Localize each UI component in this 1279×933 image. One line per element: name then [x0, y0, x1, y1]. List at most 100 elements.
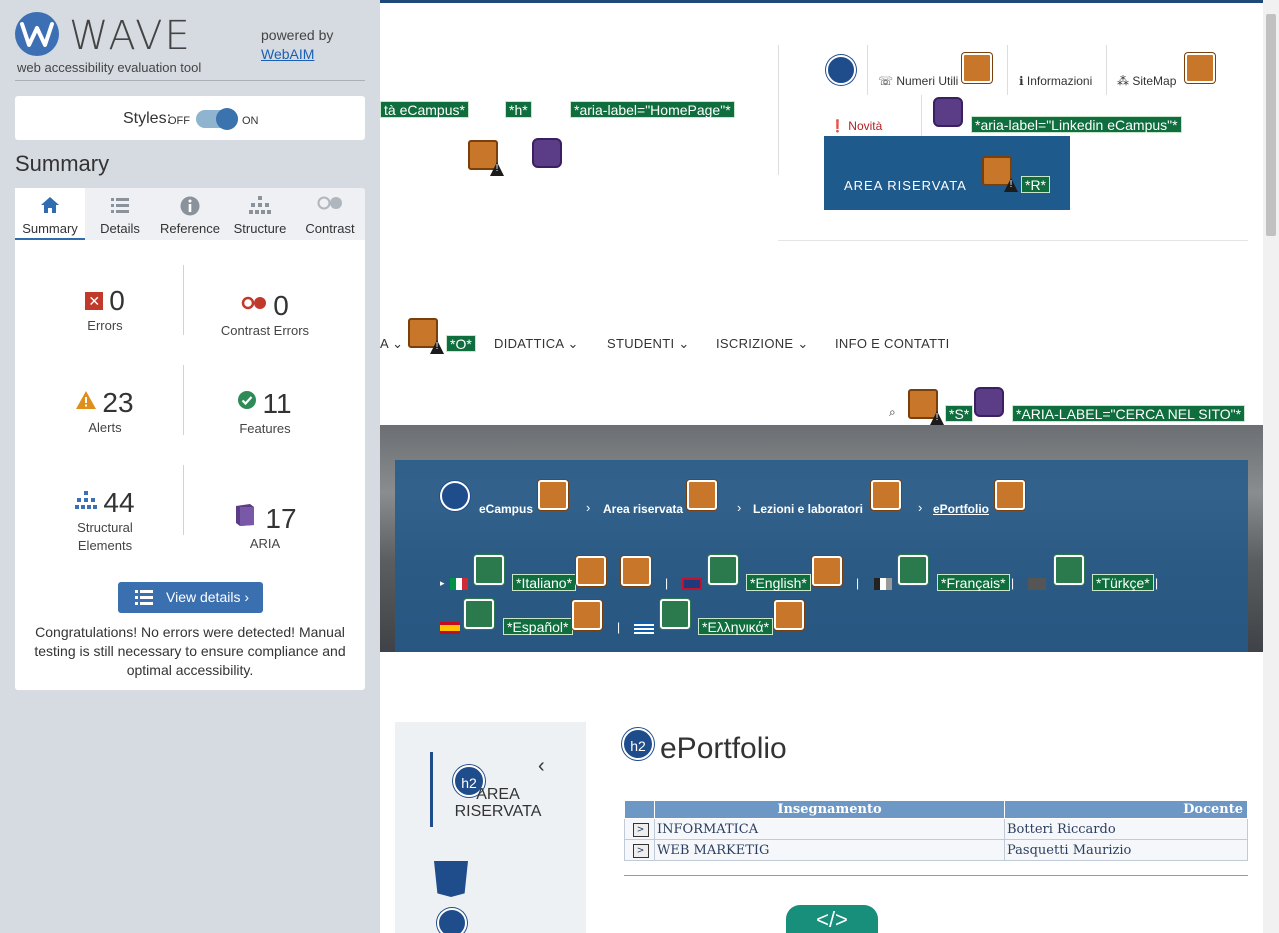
- link-alert-icon[interactable]: [812, 556, 842, 586]
- image-icon[interactable]: [708, 555, 738, 585]
- lang-ellinika[interactable]: *Ελληνικά*: [698, 618, 774, 635]
- link-alert-icon[interactable]: [687, 480, 717, 510]
- nav-item-studenti[interactable]: STUDENTI ⌄: [607, 336, 690, 352]
- link-alert-icon[interactable]: [871, 480, 901, 510]
- tab-label: Reference: [160, 221, 220, 236]
- link-alert-icon[interactable]: [774, 600, 804, 630]
- link-alert-icon[interactable]: [1185, 53, 1215, 83]
- link-alert-icon[interactable]: [995, 480, 1025, 510]
- stat-aria[interactable]: 17 ARIA: [185, 502, 345, 553]
- nav-item-didattica[interactable]: DIDATTICA ⌄: [494, 336, 579, 352]
- image-icon[interactable]: [898, 555, 928, 585]
- wave-logo-icon: [15, 12, 59, 56]
- alert-icon[interactable]: [468, 140, 498, 170]
- external-link-alert-icon[interactable]: [621, 556, 651, 586]
- alert-icon[interactable]: [908, 389, 938, 419]
- list-icon[interactable]: [437, 908, 467, 933]
- h2-heading-icon: h2: [622, 728, 654, 760]
- breadcrumb-separator: ›: [918, 500, 923, 515]
- aria-tag-icon[interactable]: [532, 138, 562, 168]
- toggle-knob: [216, 108, 238, 130]
- image-icon[interactable]: [474, 555, 504, 585]
- summary-heading: Summary: [15, 151, 110, 176]
- informazioni-link[interactable]: ℹ Informazioni: [1019, 74, 1092, 88]
- stat-alerts[interactable]: 23 Alerts: [25, 384, 185, 437]
- summary-panel: Summary Details Reference Structure Cont…: [15, 188, 365, 690]
- link-alert-icon[interactable]: [962, 53, 992, 83]
- alert-icon[interactable]: [408, 318, 438, 348]
- styles-toggle-box: Styles: OFF ON: [15, 96, 365, 140]
- course-cell: WEB MARKETIG: [654, 839, 1005, 861]
- link-alert-icon[interactable]: [538, 480, 568, 510]
- row-expand-cell: >: [624, 839, 655, 861]
- area-riservata-sidebar: [395, 722, 586, 933]
- breadcrumb-area-riservata[interactable]: Area riservata: [603, 502, 683, 516]
- contrast-icon: [317, 196, 343, 213]
- table-row: > WEB MARKETIG Pasquetti Maurizio: [624, 839, 1248, 861]
- tab-summary[interactable]: Summary: [15, 188, 85, 240]
- lang-italiano[interactable]: *Italiano*: [512, 574, 577, 591]
- separator: |: [1155, 576, 1159, 590]
- breadcrumb-lezioni[interactable]: Lezioni e laboratori: [753, 502, 863, 516]
- list-icon[interactable]: [826, 55, 856, 85]
- aria-tag-icon[interactable]: [974, 387, 1004, 417]
- powered-by-text: powered by: [261, 27, 334, 43]
- area-riservata-button[interactable]: AREA RISERVATA: [824, 136, 1070, 210]
- tab-label: Contrast: [305, 221, 355, 236]
- feature-icon: [238, 384, 257, 416]
- lang-francais[interactable]: *Français*: [937, 574, 1010, 591]
- breadcrumb-ecampus[interactable]: eCampus: [479, 502, 533, 516]
- lang-english[interactable]: *English*: [746, 574, 811, 591]
- errors-label: Errors: [87, 318, 123, 333]
- stat-features[interactable]: 11 Features: [185, 384, 345, 438]
- nav-item-info-contatti[interactable]: INFO E CONTATTI: [835, 336, 950, 351]
- divider: [1007, 45, 1008, 95]
- nav-item-iscrizione[interactable]: ISCRIZIONE ⌄: [716, 336, 809, 352]
- search-icon[interactable]: ⌕: [889, 405, 896, 420]
- chevron-left-icon[interactable]: ‹: [538, 755, 545, 778]
- link-alert-icon[interactable]: [576, 556, 606, 586]
- nav-label: STUDENTI: [607, 336, 675, 351]
- html5-icon: [434, 861, 468, 897]
- image-icon[interactable]: [660, 599, 690, 629]
- view-details-button[interactable]: View details ›: [118, 582, 263, 613]
- link-alert-icon[interactable]: [572, 600, 602, 630]
- wave-logo-word: WAVE: [69, 13, 192, 59]
- scrollbar-thumb[interactable]: [1266, 14, 1276, 236]
- stat-structural[interactable]: 44 Structural Elements: [25, 484, 185, 555]
- styles-toggle[interactable]: [196, 108, 238, 130]
- tab-structure[interactable]: Structure: [225, 188, 295, 240]
- stat-contrast-errors[interactable]: 0 Contrast Errors: [185, 285, 345, 340]
- breadcrumb-eportfolio[interactable]: ePortfolio: [933, 502, 989, 516]
- tab-label: Summary: [22, 221, 78, 236]
- divider: [778, 45, 779, 175]
- breadcrumb-separator: ›: [737, 500, 742, 515]
- image-icon[interactable]: [464, 599, 494, 629]
- nav-item-a[interactable]: A ⌄: [380, 336, 403, 352]
- row-expand-button[interactable]: >: [632, 823, 649, 837]
- novita-link[interactable]: ❗ Novità: [830, 119, 882, 133]
- code-icon: </>: [786, 905, 878, 933]
- course-cell: INFORMATICA: [654, 818, 1005, 840]
- divider: [183, 365, 184, 435]
- webaim-link[interactable]: WebAIM: [261, 45, 333, 64]
- divider: [867, 45, 868, 95]
- alert-icon[interactable]: [982, 156, 1012, 186]
- separator: |: [665, 576, 669, 590]
- tab-contrast[interactable]: Contrast: [295, 188, 365, 240]
- column-header: Insegnamento: [654, 800, 1005, 819]
- list-icon[interactable]: [440, 481, 470, 511]
- lang-espanol[interactable]: *Español*: [503, 618, 573, 635]
- image-icon[interactable]: [1054, 555, 1084, 585]
- tab-reference[interactable]: Reference: [155, 188, 225, 240]
- stat-errors[interactable]: ✕ 0 Errors: [25, 285, 185, 335]
- row-expand-button[interactable]: >: [632, 844, 649, 858]
- lang-turkce[interactable]: *Türkçe*: [1092, 574, 1154, 591]
- aria-tag-icon[interactable]: [933, 97, 963, 127]
- separator: |: [1011, 576, 1015, 590]
- numeri-utili-link[interactable]: ☏ Numeri Utili: [878, 74, 958, 88]
- tab-details[interactable]: Details: [85, 188, 155, 240]
- courses-table: Insegnamento Docente > INFORMATICA Botte…: [624, 800, 1248, 861]
- info-icon: [180, 196, 200, 219]
- sitemap-link[interactable]: ⁂ SiteMap: [1117, 74, 1176, 88]
